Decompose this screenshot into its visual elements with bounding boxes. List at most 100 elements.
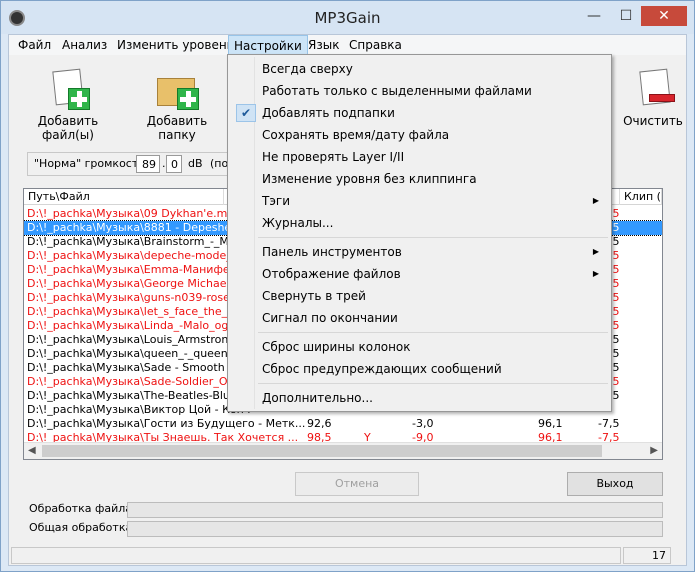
- cell-c4: 96,1: [538, 417, 563, 430]
- settings-menu-item[interactable]: Работать только с выделенными файлами: [230, 80, 609, 102]
- exit-button[interactable]: Выход: [567, 472, 663, 496]
- add-folder-button[interactable]: Добавить папку: [127, 66, 227, 142]
- menu-language[interactable]: Язык: [303, 35, 344, 55]
- cell-path: D:\!_pachka\Музыка\Brainstorm_-_Mayb: [27, 235, 250, 248]
- status-cell-main: [11, 547, 621, 564]
- settings-menu-item[interactable]: Сохранять время/дату файла: [230, 124, 609, 146]
- total-progress-bar: [127, 521, 663, 537]
- settings-menu-item[interactable]: Сигнал по окончании: [230, 307, 609, 329]
- horizontal-scrollbar[interactable]: ◀ ▶: [24, 442, 662, 459]
- cell-path: D:\!_pachka\Музыка\guns-n039-roses-kr: [27, 291, 251, 304]
- cell-path: D:\!_pachka\Музыка\queen_-_queen_-_v: [27, 347, 250, 360]
- settings-menu-item[interactable]: Всегда сверху: [230, 58, 609, 80]
- settings-menu-item-label: Отображение файлов: [262, 267, 401, 281]
- cell-path: D:\!_pachka\Музыка\Linda_-Malo_ognya: [27, 319, 249, 332]
- menu-settings[interactable]: Настройки: [228, 35, 308, 55]
- settings-menu-item-label: Сброс предупреждающих сообщений: [262, 362, 502, 376]
- table-row[interactable]: D:\!_pachka\Музыка\Гости из Будущего - М…: [24, 417, 662, 431]
- settings-menu-item-label: Тэги: [262, 194, 291, 208]
- settings-menu-item[interactable]: Не проверять Layer I/II: [230, 146, 609, 168]
- header-path[interactable]: Путь\Файл: [24, 189, 224, 205]
- decimal-point: .: [162, 157, 166, 170]
- settings-menu-item[interactable]: Дополнительно...: [230, 387, 609, 409]
- cell-path: D:\!_pachka\Музыка\depeche-mode_wal: [27, 249, 251, 262]
- file-progress-label: Обработка файла: [29, 502, 133, 515]
- target-volume-panel: "Норма" громкости: 89 . 0 dB (по у: [27, 152, 247, 176]
- checkmark-icon: ✔: [236, 104, 256, 122]
- add-folder-label: Добавить папку: [146, 114, 208, 142]
- menu-bar: Файл Анализ Изменить уровень Настройки Я…: [9, 35, 686, 55]
- settings-dropdown: Всегда сверху Работать только с выделенны…: [227, 54, 612, 412]
- cell-path: D:\!_pachka\Музыка\The-Beatles-Blue-Bl: [27, 389, 251, 402]
- menu-separator: [258, 332, 608, 333]
- settings-menu-item[interactable]: Тэги ▶: [230, 190, 609, 212]
- title-bar[interactable]: MP3Gain — ☐ ✕: [1, 1, 694, 34]
- header-clip[interactable]: Клип (: [620, 189, 662, 205]
- settings-menu-item[interactable]: Журналы...: [230, 212, 609, 234]
- menu-change-level[interactable]: Изменить уровень: [112, 35, 239, 55]
- status-bar: 17: [9, 545, 686, 565]
- settings-menu-item[interactable]: Сброс ширины колонок: [230, 336, 609, 358]
- cell-path: D:\!_pachka\Музыка\let_s_face_the_mus: [27, 305, 251, 318]
- settings-menu-item[interactable]: Изменение уровня без клиппинга: [230, 168, 609, 190]
- file-progress-bar: [127, 502, 663, 518]
- add-files-label: Добавить файл(ы): [37, 114, 99, 142]
- cell-c3: -3,0: [412, 417, 434, 430]
- total-progress-label: Общая обработка: [29, 521, 133, 534]
- cell-path: D:\!_pachka\Музыка\Гости из Будущего - М…: [27, 417, 306, 430]
- status-file-count: 17: [623, 547, 671, 564]
- settings-menu-item-label: Добавлять подпапки: [262, 106, 395, 120]
- target-volume-dec-input[interactable]: 0: [166, 155, 182, 173]
- settings-menu-item[interactable]: Панель инструментов ▶: [230, 241, 609, 263]
- target-volume-label: "Норма" громкости:: [34, 157, 150, 170]
- settings-menu-item-label: Дополнительно...: [262, 391, 373, 405]
- cell-c5: -7,5: [598, 417, 620, 430]
- cell-path: D:\!_pachka\Музыка\Sade - Smooth Ope: [27, 361, 251, 374]
- cell-path: D:\!_pachka\Музыка\Sade-Soldier_Of_Lo: [27, 375, 250, 388]
- minimize-button[interactable]: —: [579, 6, 609, 26]
- target-volume-int-input[interactable]: 89: [136, 155, 160, 173]
- settings-menu-item-label: Панель инструментов: [262, 245, 402, 259]
- cell-c1: 92,6: [307, 417, 332, 430]
- settings-menu-item-label: Сигнал по окончании: [262, 311, 398, 325]
- cell-path: D:\!_pachka\Музыка\George Michael - Je: [27, 277, 251, 290]
- cell-path: D:\!_pachka\Музыка\09 Dykhan'e.mp3: [27, 207, 242, 220]
- scroll-thumb[interactable]: [42, 445, 602, 457]
- maximize-button[interactable]: ☐: [611, 6, 641, 26]
- clear-button[interactable]: Очистить: [621, 66, 685, 128]
- menu-help[interactable]: Справка: [344, 35, 407, 55]
- cell-path: D:\!_pachka\Музыка\8881 - Depeshe_M: [27, 221, 247, 234]
- menu-separator: [258, 237, 608, 238]
- settings-menu-item-label: Сброс ширины колонок: [262, 340, 411, 354]
- scroll-left-icon[interactable]: ◀: [28, 445, 36, 456]
- clear-label: Очистить: [623, 114, 683, 128]
- settings-menu-item-label: Сохранять время/дату файла: [262, 128, 450, 142]
- add-files-button[interactable]: Добавить файл(ы): [13, 66, 123, 142]
- menu-analysis[interactable]: Анализ: [57, 35, 112, 55]
- settings-menu-item[interactable]: Отображение файлов ▶: [230, 263, 609, 285]
- settings-menu-item[interactable]: Сброс предупреждающих сообщений: [230, 358, 609, 380]
- scroll-right-icon[interactable]: ▶: [650, 445, 658, 456]
- unit-label: dB: [188, 157, 203, 170]
- submenu-arrow-icon: ▶: [592, 196, 599, 205]
- add-folder-icon: [155, 66, 199, 110]
- settings-menu-item[interactable]: ✔ Добавлять подпапки: [230, 102, 609, 124]
- cell-path: D:\!_pachka\Музыка\Emma-Манифест.m: [27, 263, 257, 276]
- settings-menu-item-label: Работать только с выделенными файлами: [262, 84, 532, 98]
- settings-menu-item[interactable]: Свернуть в трей: [230, 285, 609, 307]
- menu-separator: [258, 383, 608, 384]
- clear-icon: [631, 66, 675, 110]
- close-button[interactable]: ✕: [641, 6, 687, 26]
- settings-menu-item-label: Журналы...: [262, 216, 334, 230]
- menu-file[interactable]: Файл: [13, 35, 56, 55]
- app-window: MP3Gain — ☐ ✕ Файл Анализ Изменить урове…: [0, 0, 695, 572]
- settings-menu-item-label: Свернуть в трей: [262, 289, 366, 303]
- cancel-button[interactable]: Отмена: [295, 472, 419, 496]
- submenu-arrow-icon: ▶: [592, 247, 599, 256]
- cell-path: D:\!_pachka\Музыка\Виктор Цой - Конч: [27, 403, 251, 416]
- settings-menu-item-label: Всегда сверху: [262, 62, 353, 76]
- settings-menu-item-label: Изменение уровня без клиппинга: [262, 172, 477, 186]
- cell-path: D:\!_pachka\Музыка\Louis_Armstrong_-_: [27, 333, 251, 346]
- submenu-arrow-icon: ▶: [592, 269, 599, 278]
- settings-menu-item-label: Не проверять Layer I/II: [262, 150, 405, 164]
